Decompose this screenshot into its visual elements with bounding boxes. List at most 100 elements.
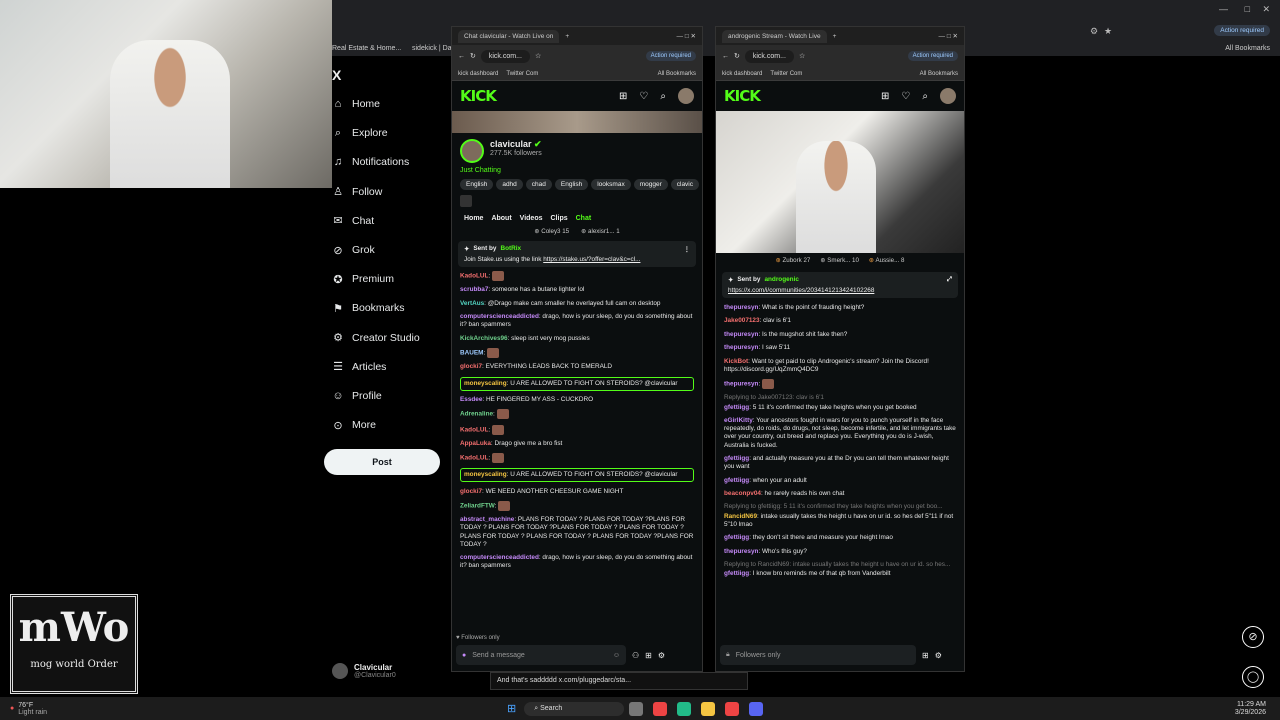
- chat-username[interactable]: ZeliardFTW: [460, 503, 495, 510]
- category-link[interactable]: Just Chatting: [452, 165, 702, 176]
- back-icon[interactable]: ←: [722, 53, 729, 60]
- chat-username[interactable]: computerscienceaddicted: [460, 313, 539, 320]
- search-icon[interactable]: ⌕: [660, 91, 666, 102]
- gift-icon[interactable]: ⊞: [881, 91, 889, 102]
- heart-icon[interactable]: ♡: [639, 91, 648, 102]
- chat-username[interactable]: KadoLUL: [460, 455, 488, 462]
- all-bookmarks[interactable]: All Bookmarks: [920, 71, 958, 77]
- avatar[interactable]: [940, 88, 956, 104]
- chat-username[interactable]: gfettiigg: [724, 570, 749, 577]
- tab-chat[interactable]: Chat: [576, 215, 592, 222]
- gift-icon[interactable]: ⊞: [619, 91, 627, 102]
- tab-clips[interactable]: Clips: [551, 215, 568, 222]
- chat-username[interactable]: gfettiigg: [724, 404, 749, 411]
- chat-username[interactable]: abstract_machine: [460, 516, 514, 523]
- chat-username[interactable]: BAUEM: [460, 350, 483, 357]
- url-field[interactable]: kick.com...: [744, 49, 794, 63]
- sidebar-item-notifications[interactable]: ♫ Notifications: [332, 152, 409, 172]
- gear-icon[interactable]: ⚙: [658, 651, 665, 660]
- chat-username[interactable]: computerscienceaddicted: [460, 554, 539, 561]
- tag-pill[interactable]: English: [554, 179, 589, 190]
- folder-icon[interactable]: [701, 701, 716, 716]
- channel-avatar[interactable]: [460, 139, 484, 163]
- all-bookmarks[interactable]: All Bookmarks: [1225, 45, 1270, 52]
- window-controls[interactable]: — □ ✕: [677, 32, 696, 40]
- chat-username[interactable]: eGirlKitty: [724, 417, 753, 424]
- search-icon[interactable]: ⌕: [922, 91, 928, 102]
- chat-username[interactable]: thepuresyn: [724, 304, 758, 311]
- gift-sub-icon[interactable]: [460, 195, 472, 207]
- chat-username[interactable]: beaconpv04: [724, 490, 761, 497]
- tag-pill[interactable]: adhd: [496, 179, 523, 190]
- task-view-icon[interactable]: [629, 701, 644, 716]
- sidebar-item-articles[interactable]: ☰ Articles: [332, 357, 386, 377]
- bookmark-item[interactable]: Real Estate & Home...: [332, 45, 401, 52]
- grok-icon[interactable]: ⊘: [1242, 626, 1264, 648]
- chat-username[interactable]: thepuresyn: [724, 381, 758, 388]
- chrome-icon[interactable]: [725, 701, 740, 716]
- reload-icon[interactable]: ↻: [470, 52, 476, 60]
- pinned-link[interactable]: https://x.com/i/communities/203414121342…: [728, 287, 952, 294]
- window-controls[interactable]: — □ ✕: [939, 32, 958, 40]
- chat-username[interactable]: gfettiigg: [724, 477, 749, 484]
- pin-menu-icon[interactable]: ⋮: [684, 245, 690, 253]
- chat-input[interactable]: ● Send a message ☺: [456, 645, 626, 665]
- sidebar-item-follow[interactable]: ♙ Follow: [332, 182, 382, 202]
- reply-context[interactable]: Replying to Jake007123: clav is 6'1: [724, 394, 956, 402]
- extension-icon[interactable]: ⚙: [1090, 26, 1098, 37]
- chat-username[interactable]: RancidN69: [724, 513, 757, 520]
- tab-androgenic[interactable]: androgenic Stream - Watch Live: [722, 29, 827, 43]
- star-icon[interactable]: ☆: [535, 52, 541, 60]
- emote-icon[interactable]: ●: [462, 652, 466, 659]
- pinned-link[interactable]: https://stake.us/?offer=clav&c=cl...: [543, 256, 640, 263]
- app-icon[interactable]: [677, 701, 692, 716]
- gift-icon[interactable]: ⊞: [645, 651, 652, 660]
- kick-logo[interactable]: KICK: [460, 87, 497, 105]
- chat-username[interactable]: moneyscaling: [464, 471, 507, 478]
- sidebar-item-home[interactable]: ⌂ Home: [332, 94, 380, 114]
- kick-logo[interactable]: KICK: [724, 87, 761, 105]
- bookmark-twitter[interactable]: Twitter Com: [506, 71, 538, 77]
- chat-username[interactable]: VertAus: [460, 300, 484, 307]
- clock[interactable]: 11:29 AM 3/29/2026: [1235, 701, 1266, 717]
- start-icon[interactable]: ⊞: [507, 702, 516, 715]
- action-required-button[interactable]: Action required: [645, 51, 696, 61]
- gift-icon[interactable]: ⊞: [922, 651, 929, 660]
- chat-username[interactable]: moneyscaling: [464, 380, 507, 387]
- tag-pill[interactable]: clavic: [670, 179, 700, 190]
- search-box[interactable]: ⌕ Search: [524, 701, 625, 716]
- sidebar-item-more[interactable]: ⊙ More: [332, 415, 376, 435]
- bookmark-kick-dashboard[interactable]: kick dashboard: [458, 71, 498, 77]
- sidebar-item-premium[interactable]: ✪ Premium: [332, 269, 394, 289]
- weather-widget[interactable]: 76°F Light rain: [18, 702, 47, 716]
- back-icon[interactable]: ←: [458, 53, 465, 60]
- chat-username[interactable]: KickBot: [724, 358, 748, 365]
- chat-username[interactable]: scrubba7: [460, 286, 488, 293]
- tab-about[interactable]: About: [491, 215, 511, 222]
- chat-username[interactable]: gfettiigg: [724, 455, 749, 462]
- tag-pill[interactable]: English: [460, 179, 494, 190]
- chat-username[interactable]: thepuresyn: [724, 344, 758, 351]
- sidebar-item-bookmarks[interactable]: ⚑ Bookmarks: [332, 298, 404, 318]
- avatar[interactable]: [678, 88, 694, 104]
- minimize-icon[interactable]: —: [1219, 4, 1228, 14]
- chat-username[interactable]: Adrenaline: [460, 411, 493, 418]
- chat-username[interactable]: Jake007123: [724, 317, 760, 324]
- tab-chat-clavicular[interactable]: Chat clavicular - Watch Live on: [458, 29, 560, 43]
- all-bookmarks[interactable]: All Bookmarks: [658, 71, 696, 77]
- url-field[interactable]: kick.com...: [480, 49, 530, 63]
- close-icon[interactable]: ✕: [1262, 4, 1270, 15]
- tag-pill[interactable]: chad: [525, 179, 552, 190]
- account-switcher[interactable]: Clavicular @Clavicular0 ···: [332, 663, 470, 679]
- sidebar-item-creator-studio[interactable]: ⚙ Creator Studio: [332, 328, 420, 348]
- chat-username[interactable]: KadoLUL: [460, 426, 488, 433]
- sidebar-item-grok[interactable]: ⊘ Grok: [332, 240, 374, 260]
- reload-icon[interactable]: ↻: [734, 52, 740, 60]
- x-logo[interactable]: X: [332, 67, 341, 83]
- emoji-icon[interactable]: ☺: [613, 652, 620, 659]
- chat-username[interactable]: thepuresyn: [724, 331, 758, 338]
- post-button[interactable]: Post: [324, 449, 440, 475]
- maximize-icon[interactable]: □: [1245, 4, 1250, 14]
- reply-context[interactable]: Replying to gfettiigg: 5 11 it's confirm…: [724, 503, 956, 511]
- chat-username[interactable]: KadoLUL: [460, 273, 488, 280]
